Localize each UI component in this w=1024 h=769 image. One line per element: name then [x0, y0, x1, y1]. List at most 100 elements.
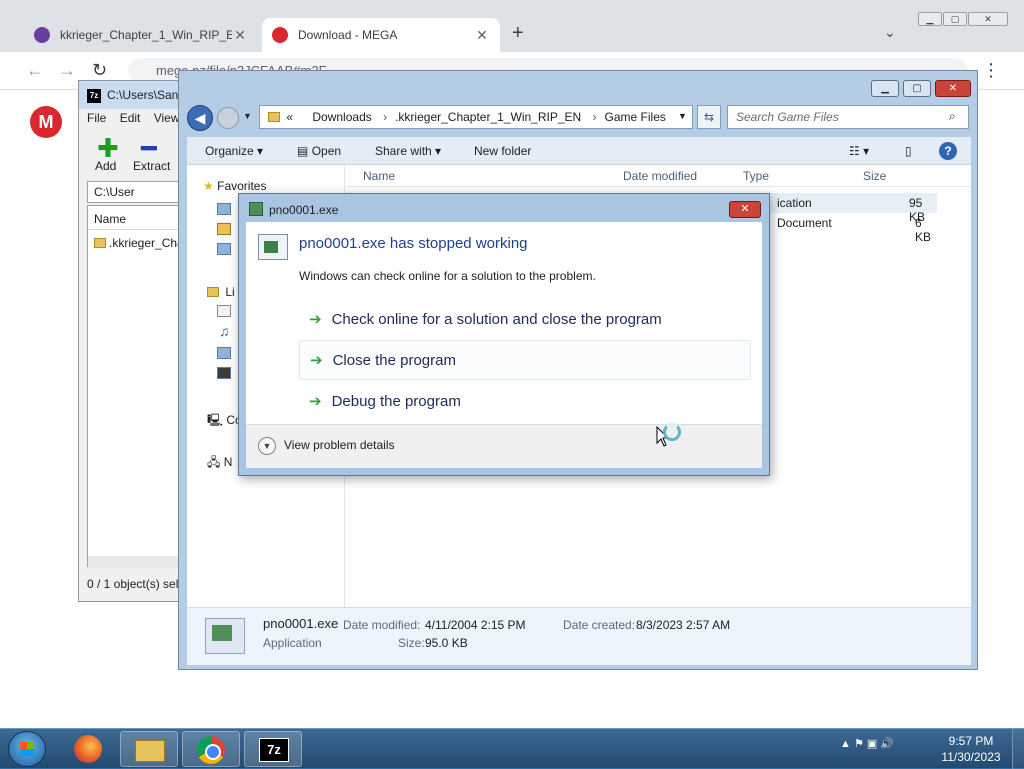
pictures-icon[interactable]	[217, 347, 231, 359]
details-size: 95.0 KB	[425, 636, 468, 650]
open-icon: ▤	[297, 144, 309, 158]
horizontal-scrollbar[interactable]	[88, 556, 184, 568]
chrome-tab-kkrieger[interactable]: kkrieger_Chapter_1_Win_RIP_EN. ✕	[24, 18, 258, 52]
list-item[interactable]: .kkrieger_Cha	[94, 236, 184, 250]
recent-pages-chevron-icon[interactable]: ▼	[243, 111, 252, 121]
explorer-forward-button[interactable]	[217, 107, 239, 129]
help-icon[interactable]: ?	[939, 142, 957, 160]
column-header-type[interactable]: Type	[743, 169, 769, 183]
chevron-down-icon[interactable]: ▼	[258, 437, 276, 455]
option-label: Check online for a solution and close th…	[331, 310, 662, 328]
back-button[interactable]: ←	[26, 60, 44, 81]
chrome-close-button[interactable]: ✕	[968, 12, 1008, 26]
libraries-icon	[207, 287, 219, 297]
close-program-button[interactable]: ➔ Close the program	[299, 340, 751, 380]
chrome-maximize-button[interactable]: ▢	[943, 12, 967, 26]
menu-view[interactable]: View	[154, 111, 180, 125]
sevenzip-file-list[interactable]: Name .kkrieger_Cha	[87, 205, 185, 568]
new-tab-button[interactable]: +	[512, 22, 524, 45]
check-online-button[interactable]: ➔ Check online for a solution and close …	[299, 299, 751, 339]
dialog-close-button[interactable]: ✕	[729, 201, 761, 218]
clock-time[interactable]: 9:57 PM	[946, 734, 996, 748]
taskbar-explorer[interactable]	[120, 731, 178, 767]
forward-button[interactable]: →	[58, 60, 76, 81]
search-icon[interactable]: ⌕	[949, 109, 956, 124]
column-header-date-modified[interactable]: Date modified	[623, 169, 697, 183]
chrome-minimize-button[interactable]: ▁	[918, 12, 942, 26]
tab-close-icon[interactable]: ✕	[474, 27, 490, 44]
taskbar-firefox[interactable]	[58, 731, 116, 767]
share-with-button[interactable]: Share with ▾	[375, 144, 441, 158]
folder-icon	[94, 238, 106, 248]
videos-icon[interactable]	[217, 367, 231, 379]
chrome-tab-mega[interactable]: Download - MEGA ✕	[262, 18, 500, 52]
column-header-size[interactable]: Size	[863, 169, 886, 183]
computer-icon: 🖳	[207, 413, 224, 427]
explorer-minimize-button[interactable]: ▁	[871, 80, 899, 97]
mega-logo[interactable]: M	[30, 106, 62, 138]
extract-button-label[interactable]: Extract	[133, 159, 170, 173]
recent-places-icon[interactable]	[217, 243, 231, 255]
address-dropdown-icon[interactable]: ▼	[678, 111, 687, 121]
explorer-address-bar[interactable]: « Downloads › .kkrieger_Chapter_1_Win_RIP…	[259, 105, 693, 129]
file-size: 6 KB	[915, 216, 932, 244]
folder-icon	[135, 740, 165, 762]
tab-title: Download - MEGA	[298, 28, 398, 42]
desktop-icon[interactable]	[217, 203, 231, 215]
details-date-modified: 4/11/2004 2:15 PM	[425, 618, 526, 632]
documents-icon[interactable]	[217, 305, 231, 317]
reload-button[interactable]: ↻	[92, 60, 107, 81]
column-header-name[interactable]: Name	[363, 169, 395, 183]
sevenzip-titlebar[interactable]: 7z C:\Users\Sant	[79, 81, 185, 109]
add-icon[interactable]: ✚	[97, 135, 119, 161]
breadcrumb-game-files[interactable]: Game Files	[605, 110, 666, 124]
dialog-heading: pno0001.exe has stopped working	[299, 235, 528, 252]
music-icon[interactable]: ♫	[219, 323, 230, 339]
show-desktop-button[interactable]	[1012, 729, 1024, 769]
search-input[interactable]: Search Game Files	[727, 105, 969, 129]
chrome-menu-button[interactable]: ⋮	[982, 60, 1000, 81]
notification-area-icons[interactable]: ▲ ⚑ ▣ 🔊	[840, 737, 894, 750]
mega-favicon-icon	[272, 27, 288, 43]
start-button[interactable]	[8, 731, 46, 767]
details-pane: pno0001.exe Application Date modified: 4…	[187, 607, 971, 665]
application-icon	[205, 618, 245, 654]
breadcrumb-downloads[interactable]: Downloads	[312, 110, 371, 124]
dialog-subtext: Windows can check online for a solution …	[299, 269, 596, 283]
organize-button[interactable]: Organize ▾	[205, 144, 263, 158]
column-header-name[interactable]: Name	[88, 208, 184, 230]
nav-network[interactable]: 🖧 N	[207, 453, 232, 474]
downloads-icon[interactable]	[217, 223, 231, 235]
open-button[interactable]: ▤ Open	[297, 144, 341, 158]
new-folder-button[interactable]: New folder	[474, 144, 531, 158]
explorer-maximize-button[interactable]: ▢	[903, 80, 931, 97]
explorer-close-button[interactable]: ✕	[935, 80, 971, 97]
nav-libraries[interactable]: Li	[207, 285, 235, 299]
add-button-label[interactable]: Add	[95, 159, 116, 173]
tab-close-icon[interactable]: ✕	[232, 27, 248, 44]
nav-computer[interactable]: 🖳 Co	[207, 411, 242, 432]
dialog-footer: ▼ View problem details	[246, 424, 762, 468]
extract-icon[interactable]: ━	[141, 135, 157, 161]
tab-search-button[interactable]: ⌄	[884, 24, 896, 41]
menu-file[interactable]: File	[87, 111, 106, 125]
preview-pane-icon[interactable]: ▯	[905, 144, 912, 158]
breadcrumb-kkrieger[interactable]: .kkrieger_Chapter_1_Win_RIP_EN	[395, 110, 581, 124]
menu-edit[interactable]: Edit	[120, 111, 141, 125]
taskbar-7zip[interactable]: 7z	[244, 731, 302, 767]
clock-date[interactable]: 11/30/2023	[938, 750, 1004, 764]
nav-favorites[interactable]: ★ Favorites	[203, 179, 266, 193]
program-icon	[258, 234, 288, 260]
view-problem-details-link[interactable]: View problem details	[284, 438, 395, 452]
sevenzip-status-text: 0 / 1 object(s) sel	[87, 577, 179, 591]
sevenzip-path-field[interactable]: C:\User	[87, 181, 185, 203]
refresh-icon[interactable]: ⇆	[697, 105, 721, 129]
sevenzip-window: 7z C:\Users\Sant File Edit View ✚ ━ Add …	[78, 80, 186, 602]
view-options-icon[interactable]: ☷ ▾	[849, 144, 869, 158]
breadcrumb-overflow[interactable]: «	[286, 110, 293, 124]
dialog-title: pno0001.exe	[269, 203, 339, 217]
explorer-back-button[interactable]: ◀	[187, 105, 213, 131]
firefox-icon	[74, 735, 102, 763]
taskbar-chrome[interactable]	[182, 731, 240, 767]
debug-program-button[interactable]: ➔ Debug the program	[299, 381, 751, 421]
